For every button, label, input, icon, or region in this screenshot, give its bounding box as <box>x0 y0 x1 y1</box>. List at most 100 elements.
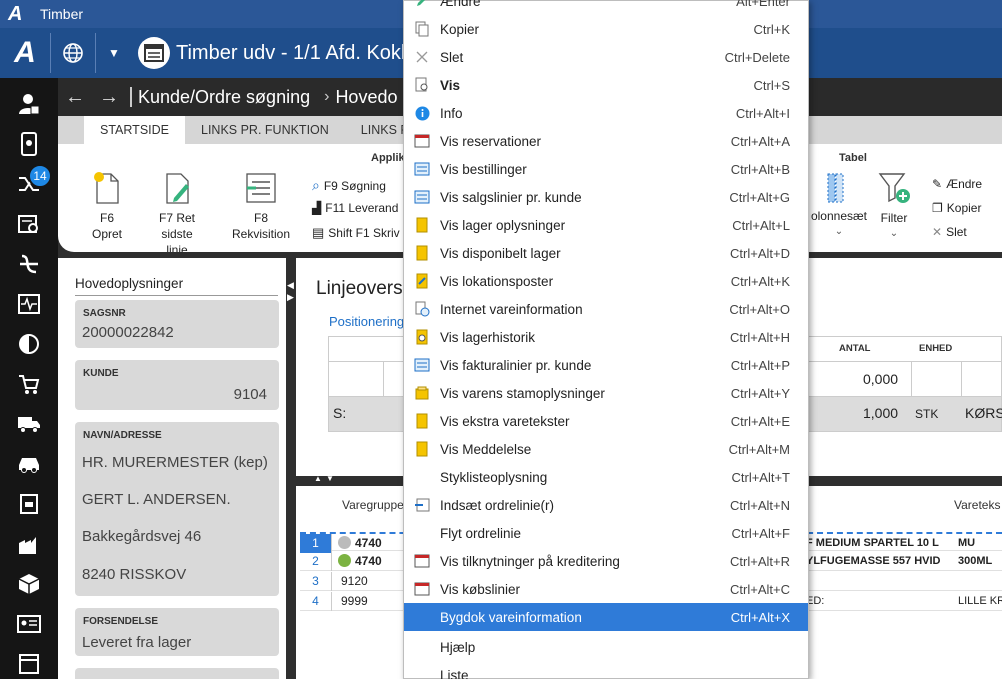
tab-links-pr-funktion[interactable]: LINKS PR. FUNKTION <box>185 116 345 144</box>
f7-edit-label: F7 Ret sidste linie <box>158 211 195 257</box>
menu-item-vis-fakturalinier[interactable]: Vis fakturalinier pr. kunde Ctrl+Alt+P <box>404 351 808 379</box>
column-set-label: olonnesæt <box>810 209 868 223</box>
row2-extra-value: KØRS <box>965 405 1002 421</box>
menu-item-vis-lokationsposter[interactable]: Vis lokationsposter Ctrl+Alt+K <box>404 267 808 295</box>
menu-item-vis-koebslinier[interactable]: Vis købslinier Ctrl+Alt+C <box>404 575 808 603</box>
breadcrumb-hovedo[interactable]: Hovedo <box>329 87 397 108</box>
menu-item-shortcut: Ctrl+Alt+I <box>735 105 790 121</box>
f11-supplier-button[interactable]: ▟ F11 Leverand <box>312 201 398 215</box>
orders-icon <box>404 155 440 183</box>
delete-icon: ✕ <box>932 225 943 239</box>
back-arrow-icon[interactable]: ← <box>58 86 92 109</box>
menu-item-internet-vareinformation[interactable]: Internet vareinformation Ctrl+Alt+O <box>404 295 808 323</box>
ribbon-edit-button[interactable]: ✎ Ændre <box>932 177 982 191</box>
column-header-varegruppe[interactable]: Varegruppe <box>342 498 404 512</box>
menu-item-shortcut: Ctrl+Alt+R <box>730 553 790 569</box>
collapse-up-icon[interactable]: ▲ <box>314 474 322 483</box>
window-icon[interactable] <box>138 37 170 69</box>
window-small-icon[interactable] <box>0 644 58 679</box>
column-header-vareteks[interactable]: Vareteks <box>954 498 1000 512</box>
positionering-link[interactable]: Positionering <box>329 314 404 329</box>
menu-item-liste[interactable]: Liste <box>404 661 808 679</box>
row-code: 9999 <box>341 594 368 608</box>
shift-f1-print-button[interactable]: ▤ Shift F1 Skriv <box>312 225 400 241</box>
sagsnr-field[interactable]: SAGSNR 20000022842 <box>75 300 279 348</box>
f8-requisition-button[interactable]: F8 Rekvisition <box>228 170 294 242</box>
next-field[interactable] <box>75 668 279 679</box>
menu-item-aendre[interactable]: Ændre Alt+Enter <box>404 0 808 15</box>
ribbon-copy-button[interactable]: ❐ Kopier <box>932 201 981 215</box>
package-icon[interactable] <box>0 564 58 604</box>
column-header-antal[interactable]: ANTAL <box>839 337 870 361</box>
menu-item-shortcut: Ctrl+Alt+X <box>730 609 790 625</box>
menu-item-flyt-ordrelinie[interactable]: Flyt ordrelinie Ctrl+Alt+F <box>404 519 808 547</box>
info-icon <box>404 99 440 127</box>
globe-icon[interactable] <box>51 28 95 78</box>
menu-item-vis-salgslinier[interactable]: Vis salgslinier pr. kunde Ctrl+Alt+G <box>404 183 808 211</box>
chevron-down-icon: ⌄ <box>889 228 899 239</box>
new-document-icon <box>94 172 119 204</box>
menu-item-vis-lager-oplysninger[interactable]: Vis lager oplysninger Ctrl+Alt+L <box>404 211 808 239</box>
menu-item-vis-meddelelse[interactable]: Vis Meddelelse Ctrl+Alt+M <box>404 435 808 463</box>
ribbon-group-tabel: Tabel <box>839 152 867 164</box>
navn-adresse-field[interactable]: NAVN/ADRESSE HR. MURERMESTER (kep) GERT … <box>75 422 279 596</box>
menu-item-shortcut: Ctrl+S <box>753 77 790 93</box>
menu-item-vis-tilknytninger[interactable]: Vis tilknytninger på kreditering Ctrl+Al… <box>404 547 808 575</box>
row-code: 9120 <box>341 574 368 588</box>
address-line-2: GERT L. ANDERSEN. <box>82 491 231 508</box>
flow-icon[interactable] <box>0 244 58 284</box>
kunde-field[interactable]: KUNDE 9104 <box>75 360 279 410</box>
menu-item-vis[interactable]: Vis Ctrl+S <box>404 71 808 99</box>
menu-item-vis-bestillinger[interactable]: Vis bestillinger Ctrl+Alt+B <box>404 155 808 183</box>
cart-icon[interactable] <box>0 364 58 404</box>
column-header-enhed[interactable]: ENHED <box>919 337 952 361</box>
menu-item-indsaet-ordrelinie[interactable]: Indsæt ordrelinie(r) Ctrl+Alt+N <box>404 491 808 519</box>
breadcrumb-kunde-ordre[interactable]: Kunde/Ordre søgning <box>132 87 310 108</box>
menu-item-vis-ekstra-varetekster[interactable]: Vis ekstra varetekster Ctrl+Alt+E <box>404 407 808 435</box>
row-code: 4740 <box>355 536 382 550</box>
panel-splitter[interactable]: ◀ ▶ <box>286 258 296 679</box>
f7-edit-last-line-button[interactable]: F7 Ret sidste linie <box>144 170 210 258</box>
report-search-icon[interactable] <box>0 204 58 244</box>
menu-item-kopier[interactable]: Kopier Ctrl+K <box>404 15 808 43</box>
menu-item-info[interactable]: Info Ctrl+Alt+I <box>404 99 808 127</box>
ribbon-delete-label: Slet <box>946 225 967 239</box>
column-set-button[interactable]: olonnesæt ⌄ <box>810 172 868 240</box>
menu-item-label: Liste <box>440 667 469 679</box>
ribbon-delete-button[interactable]: ✕ Slet <box>932 225 967 239</box>
tab-startside[interactable]: STARTSIDE <box>84 116 185 144</box>
id-card-icon[interactable] <box>0 604 58 644</box>
shift-f1-print-label: Shift F1 Skriv <box>328 226 400 240</box>
forsendelse-field[interactable]: FORSENDELSE Leveret fra lager <box>75 608 279 656</box>
menu-item-styklisteoplysning[interactable]: Stykliste­oplysning Ctrl+Alt+T <box>404 463 808 491</box>
forward-arrow-icon[interactable]: → <box>92 86 126 109</box>
menu-item-vis-disponibelt-lager[interactable]: Vis disponibelt lager Ctrl+Alt+D <box>404 239 808 267</box>
menu-item-hjaelp[interactable]: Hjælp <box>404 633 808 661</box>
menu-item-slet[interactable]: Slet Ctrl+Delete <box>404 43 808 71</box>
expand-down-icon[interactable]: ▼ <box>326 474 334 483</box>
menu-item-vis-reservationer[interactable]: Vis reservationer Ctrl+Alt+A <box>404 127 808 155</box>
menu-item-shortcut: Ctrl+Alt+T <box>731 469 790 485</box>
navn-adresse-label: NAVN/ADRESSE <box>83 430 162 441</box>
menu-item-bygdok-vareinformation[interactable]: Bygdok vareinformation Ctrl+Alt+X <box>404 603 808 631</box>
activity-icon[interactable] <box>0 284 58 324</box>
car-icon[interactable] <box>0 444 58 484</box>
filter-button[interactable]: Filter ⌄ <box>872 170 916 242</box>
box-icon[interactable] <box>0 484 58 524</box>
truck-icon[interactable] <box>0 404 58 444</box>
f8-requisition-label: F8 Rekvisition <box>231 211 291 241</box>
f9-search-button[interactable]: ⌕ F9 Søgning <box>312 177 386 194</box>
app-logo-icon[interactable]: A <box>0 28 50 78</box>
menu-item-vis-lagerhistorik[interactable]: Vis lagerhistorik Ctrl+Alt+H <box>404 323 808 351</box>
chevron-down-icon[interactable]: ▼ <box>96 28 132 78</box>
menu-item-vis-stamoplysninger[interactable]: Vis varens stamoplysninger Ctrl+Alt+Y <box>404 379 808 407</box>
printer-icon: ▤ <box>312 225 325 240</box>
expand-right-icon[interactable]: ▶ <box>287 292 294 303</box>
f6-create-button[interactable]: F6 Opret <box>80 170 134 242</box>
address-line-1: HR. MURERMESTER (kep) <box>82 454 268 471</box>
collapse-left-icon[interactable]: ◀ <box>287 280 294 291</box>
contrast-icon[interactable] <box>0 324 58 364</box>
factory-icon[interactable] <box>0 524 58 564</box>
phone-icon[interactable] <box>0 124 58 164</box>
user-icon[interactable] <box>0 84 58 124</box>
